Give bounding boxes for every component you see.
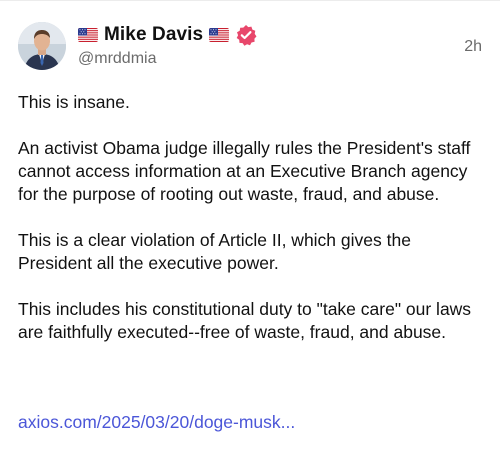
post-body: This is insane. An activist Obama judge … (18, 91, 484, 367)
divider (0, 0, 500, 1)
post-paragraph: This includes his constitutional duty to… (18, 299, 472, 342)
us-flag-icon (78, 28, 98, 42)
name-row: Mike Davis (78, 22, 458, 48)
post-card: Mike Davis @mrddmia 2h This is insane. A… (0, 0, 500, 453)
avatar[interactable] (18, 22, 66, 70)
post-paragraph: An activist Obama judge illegally rules … (18, 138, 471, 204)
post-header: Mike Davis @mrddmia (78, 22, 458, 68)
author-handle[interactable]: @mrddmia (78, 50, 458, 68)
post-timestamp[interactable]: 2h (464, 38, 482, 56)
post-paragraph: This is insane. (18, 92, 130, 112)
post-paragraph: This is a clear violation of Article II,… (18, 230, 411, 273)
author-display-name[interactable]: Mike Davis (104, 24, 203, 46)
us-flag-icon (209, 28, 230, 42)
article-link[interactable]: axios.com/2025/03/20/doge-musk... (18, 412, 295, 433)
verified-badge-icon (235, 24, 257, 46)
